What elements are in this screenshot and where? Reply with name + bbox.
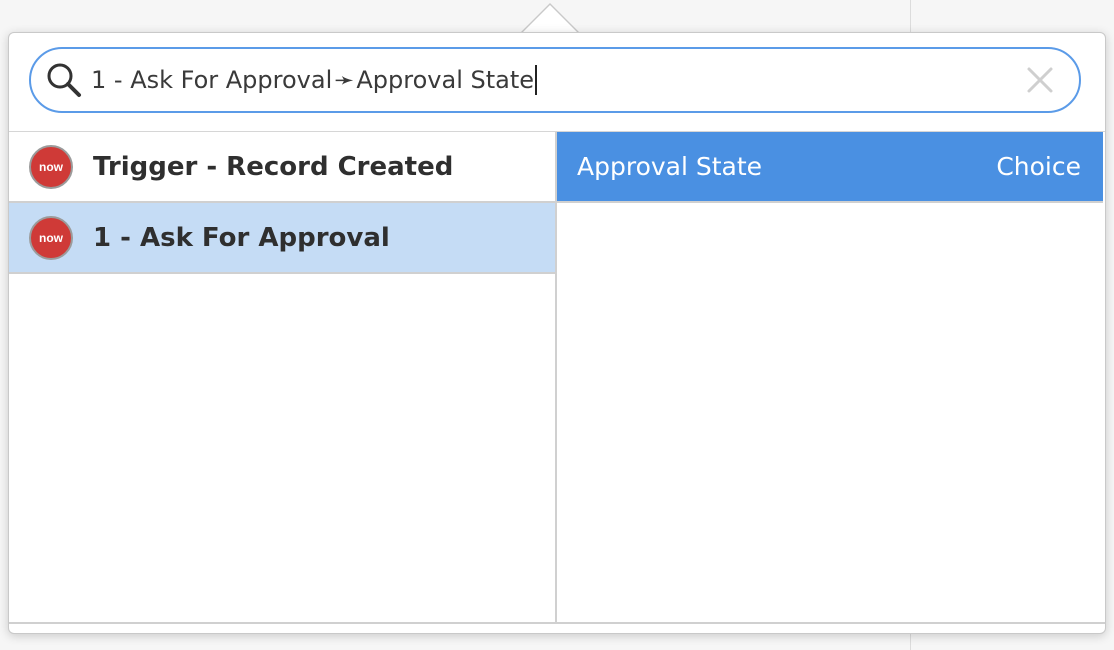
close-icon[interactable] [1023,63,1057,97]
step-list-panel: now Trigger - Record Created now 1 - Ask… [9,132,557,622]
step-item-trigger[interactable]: now Trigger - Record Created [9,132,555,203]
now-icon: now [29,144,73,189]
now-icon-text: now [39,230,63,245]
field-name: Approval State [577,152,763,181]
field-item-approval-state[interactable]: Approval State Choice [557,132,1103,203]
data-pill-picker-popover: 1 - Ask For Approval ➛ Approval State no… [8,32,1106,634]
step-item-ask-for-approval[interactable]: now 1 - Ask For Approval [9,203,555,274]
text-cursor [535,65,538,95]
search-value[interactable]: 1 - Ask For Approval ➛ Approval State [91,65,538,95]
step-label: Trigger - Record Created [93,151,454,182]
now-icon: now [29,215,73,260]
search-path-field: Approval State [356,66,535,94]
pill-search-input[interactable]: 1 - Ask For Approval ➛ Approval State [29,47,1081,113]
footer-divider [9,622,1105,624]
now-icon-text: now [39,159,63,174]
popover-arrow-fill [522,5,578,33]
search-icon [43,59,85,101]
field-list-panel: Approval State Choice [557,132,1103,622]
step-label: 1 - Ask For Approval [93,222,390,253]
field-type: Choice [996,152,1081,181]
path-separator-icon: ➛ [334,66,355,94]
search-path-step: 1 - Ask For Approval [91,66,333,94]
